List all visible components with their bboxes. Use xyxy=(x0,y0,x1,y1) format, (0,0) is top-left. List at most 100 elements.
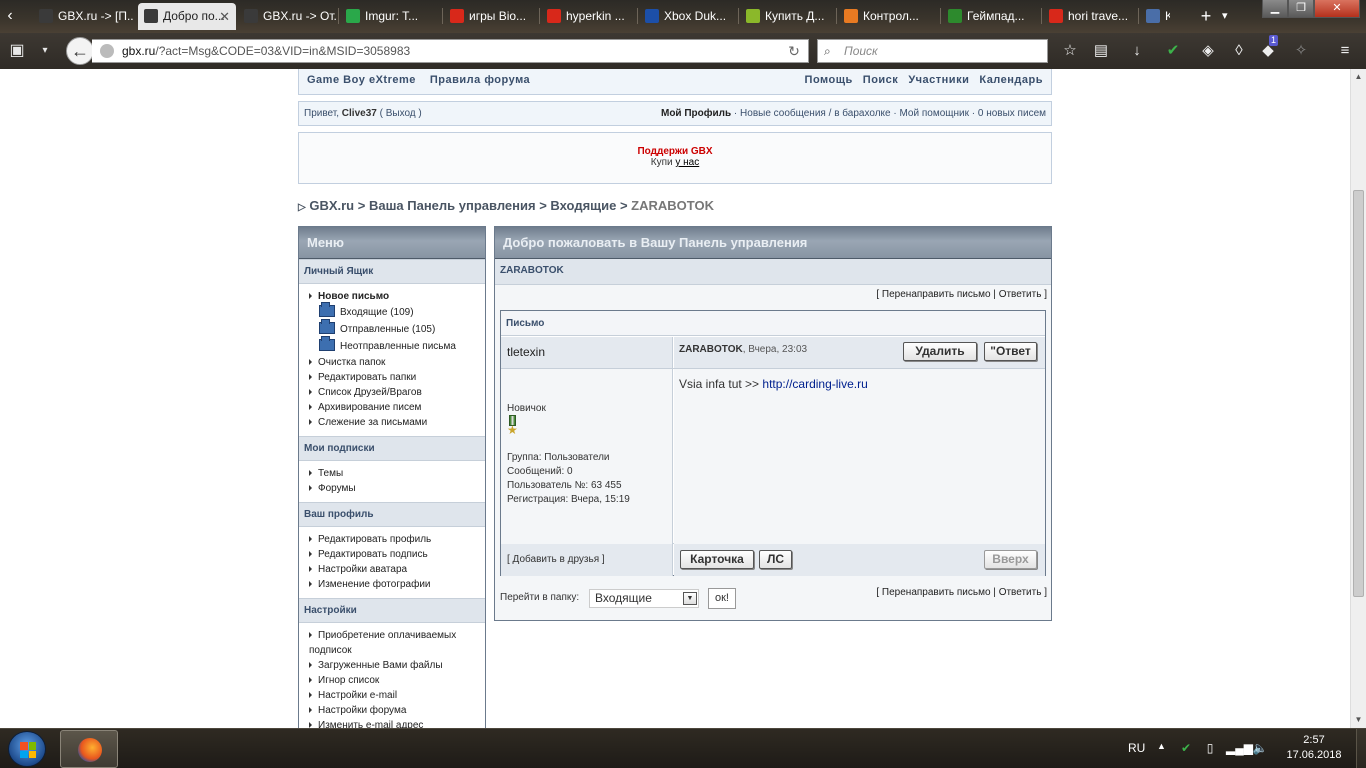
profile-card-button[interactable]: Карточка xyxy=(680,550,754,569)
tray-expand-icon[interactable]: ▲ xyxy=(1157,741,1166,751)
drop-icon[interactable]: ◊ xyxy=(1228,41,1250,61)
tab-list-button[interactable]: ▾ xyxy=(1222,3,1228,29)
topnav-link[interactable]: Правила форума xyxy=(430,74,530,86)
reply-link-bottom[interactable]: Ответить xyxy=(999,587,1042,598)
topnav-link[interactable]: Участники xyxy=(908,74,969,86)
sidebar-item[interactable]: Архивирование писем xyxy=(299,400,485,415)
breadcrumb-inbox[interactable]: Входящие xyxy=(550,198,616,213)
browser-tab[interactable]: Геймпад... xyxy=(942,3,1039,30)
new-messages-link[interactable]: Новые сообщения xyxy=(740,108,826,119)
sidebar-item[interactable]: Темы xyxy=(299,466,485,481)
tab-scroll-left-button[interactable]: ‹ xyxy=(1,4,19,28)
shield-check-icon[interactable]: ✔ xyxy=(1162,41,1184,61)
clock[interactable]: 2:57 17.06.2018 xyxy=(1276,733,1352,763)
download-icon[interactable]: ↓ xyxy=(1126,41,1148,61)
firefox-taskbar-button[interactable] xyxy=(60,730,118,768)
hamburger-menu-icon[interactable]: ≡ xyxy=(1334,41,1356,61)
save-icon[interactable]: ▣ xyxy=(6,41,28,61)
topnav-link[interactable]: Game Boy eXtreme xyxy=(307,74,416,86)
sidebar-item[interactable]: Редактировать профиль xyxy=(299,532,485,547)
browser-tab[interactable]: hori trave... xyxy=(1043,3,1136,30)
browser-tab[interactable]: игры Bio... xyxy=(444,3,537,30)
new-tab-button[interactable]: + xyxy=(1196,3,1216,29)
browser-tab[interactable] xyxy=(18,3,30,30)
my-profile-link[interactable]: Мой Профиль xyxy=(661,108,731,119)
dropdown-arrow-icon[interactable]: ▾ xyxy=(34,41,56,61)
browser-tab[interactable]: K xyxy=(1140,3,1170,30)
sidebar-item[interactable]: Список Друзей/Врагов xyxy=(299,385,485,400)
folder-select[interactable]: Входящие ▼ xyxy=(589,589,699,608)
extension-icon[interactable]: ◆ 1 xyxy=(1257,35,1279,61)
message-link[interactable]: http://carding-live.ru xyxy=(762,377,867,391)
sidebar-item[interactable]: Приобретение оплачиваемых подписок xyxy=(299,628,485,658)
support-buy-link[interactable]: у нас xyxy=(675,157,699,168)
shield-icon[interactable]: ◈ xyxy=(1197,41,1219,61)
browser-tab[interactable]: Купить Д... xyxy=(740,3,834,30)
volume-muted-icon[interactable]: 🔈 xyxy=(1252,741,1268,755)
topnav-link[interactable]: Календарь xyxy=(979,74,1043,86)
sync-icon[interactable]: ✔ xyxy=(1178,741,1194,755)
flea-market-link[interactable]: в барахолке xyxy=(834,108,890,119)
sidebar-item[interactable]: Настройки аватара xyxy=(299,562,485,577)
sidebar-item[interactable]: Игнор список xyxy=(299,673,485,688)
reply-button[interactable]: "Ответ xyxy=(984,342,1037,361)
add-friend-link[interactable]: [ Добавить в друзья ] xyxy=(501,544,673,576)
bookmark-star-icon[interactable]: ☆ xyxy=(1059,41,1081,61)
scroll-top-button[interactable]: Вверх xyxy=(984,550,1037,569)
url-bar[interactable]: gbx.ru/?act=Msg&CODE=03&VID=in&MSID=3058… xyxy=(92,39,809,63)
start-button[interactable] xyxy=(8,731,46,767)
sidebar-item[interactable]: Настройки e-mail xyxy=(299,688,485,703)
forward-link-bottom[interactable]: Перенаправить письмо xyxy=(882,587,991,598)
close-tab-icon[interactable]: ✕ xyxy=(219,3,230,30)
browser-tab[interactable]: Xbox Duk... xyxy=(639,3,736,30)
browser-tab[interactable]: Imgur: T... xyxy=(340,3,440,30)
forward-link[interactable]: Перенаправить письмо xyxy=(882,289,991,300)
sidebar-item[interactable]: Неотправленные письма xyxy=(299,336,485,355)
scrollbar-thumb[interactable] xyxy=(1353,190,1364,597)
message-box-header: Письмо xyxy=(501,311,1045,336)
back-button[interactable]: ← xyxy=(66,37,94,65)
device-icon[interactable]: ▯ xyxy=(1202,741,1218,755)
maximize-button[interactable]: ❐ xyxy=(1288,0,1314,18)
sidebar-item[interactable]: Слежение за письмами xyxy=(299,415,485,430)
sidebar-item[interactable]: Редактировать папки xyxy=(299,370,485,385)
puzzle-icon[interactable]: ✧ xyxy=(1290,41,1312,61)
browser-tab[interactable]: GBX.ru -> От... xyxy=(238,3,336,30)
username-link[interactable]: Clive37 xyxy=(342,108,377,119)
browser-tab[interactable]: Добро по... ✕ xyxy=(138,3,236,30)
close-window-button[interactable]: ✕ xyxy=(1314,0,1360,18)
topnav-link[interactable]: Помощь xyxy=(805,74,853,86)
logout-link[interactable]: ( Выход ) xyxy=(380,108,422,119)
sidebar-item[interactable]: Редактировать подпись xyxy=(299,547,485,562)
breadcrumb-root[interactable]: GBX.ru xyxy=(309,198,354,213)
breadcrumb-control-panel[interactable]: Ваша Панель управления xyxy=(369,198,536,213)
reading-list-icon[interactable]: ▤ xyxy=(1090,41,1112,61)
minimize-button[interactable]: ▁ xyxy=(1262,0,1288,18)
delete-button[interactable]: Удалить xyxy=(903,342,977,361)
author-name[interactable]: tletexin xyxy=(501,337,673,368)
show-desktop-button[interactable] xyxy=(1356,729,1366,768)
scroll-down-arrow-icon[interactable]: ▼ xyxy=(1351,712,1366,728)
vertical-scrollbar[interactable]: ▲ ▼ xyxy=(1350,69,1366,728)
reply-link[interactable]: Ответить xyxy=(999,289,1042,300)
browser-tab[interactable]: Контрол... xyxy=(838,3,938,30)
network-signal-icon[interactable]: ▂▄▆ xyxy=(1226,741,1253,755)
sidebar-item[interactable]: Изменение фотографии xyxy=(299,577,485,592)
browser-tab[interactable]: GBX.ru -> [П... xyxy=(33,3,133,30)
scroll-up-arrow-icon[interactable]: ▲ xyxy=(1351,69,1366,85)
private-message-button[interactable]: ЛС xyxy=(759,550,792,569)
sidebar-item[interactable]: Настройки форума xyxy=(299,703,485,718)
assistant-link[interactable]: Мой помощник xyxy=(899,108,969,119)
browser-tab[interactable]: hyperkin ... xyxy=(541,3,635,30)
search-input[interactable]: ⌕ Поиск xyxy=(817,39,1048,63)
go-folder-button[interactable]: ок! xyxy=(708,588,736,609)
bullet-arrow-icon xyxy=(309,470,312,476)
sidebar-item[interactable]: Очистка папок xyxy=(299,355,485,370)
new-letters-link[interactable]: 0 новых писем xyxy=(978,108,1046,119)
language-indicator[interactable]: RU xyxy=(1128,741,1145,755)
reload-button[interactable]: ↻ xyxy=(782,40,806,62)
sidebar-item[interactable]: Форумы xyxy=(299,481,485,496)
topnav-link[interactable]: Поиск xyxy=(863,74,899,86)
sidebar-item[interactable]: Загруженные Вами файлы xyxy=(299,658,485,673)
sidebar-item[interactable]: Изменить e-mail адрес xyxy=(299,718,485,728)
